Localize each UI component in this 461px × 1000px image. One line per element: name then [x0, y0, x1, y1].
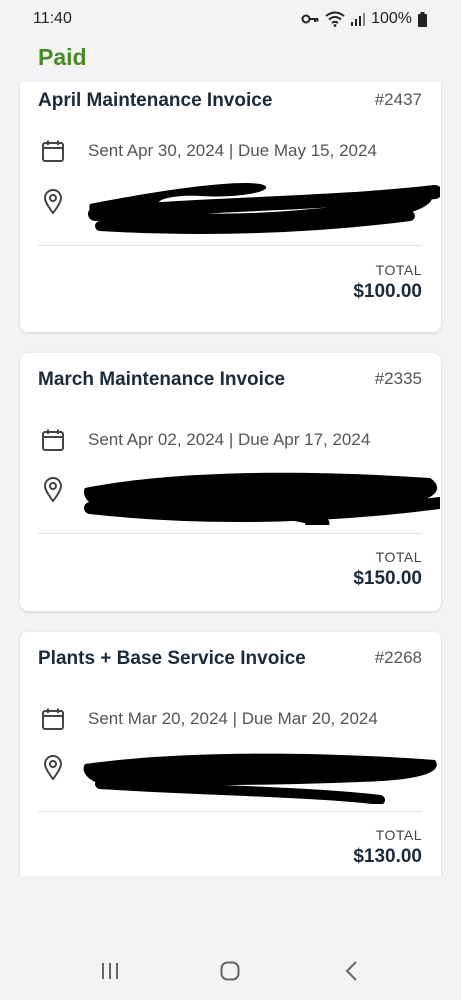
- invoice-dates: Sent Apr 30, 2024 | Due May 15, 2024: [88, 141, 377, 160]
- recent-apps-icon: [102, 963, 119, 979]
- invoice-list[interactable]: April Maintenance Invoice #2437 Sent Apr…: [0, 82, 461, 876]
- location-pin-icon: [40, 189, 66, 215]
- calendar-icon: [40, 706, 66, 732]
- recent-apps-button[interactable]: [90, 951, 130, 991]
- address-row: [40, 477, 66, 503]
- invoice-number: #2437: [374, 90, 422, 109]
- calendar-icon: [40, 427, 66, 453]
- battery-percent: 100%: [371, 10, 412, 27]
- dates-row: Sent Mar 20, 2024 | Due Mar 20, 2024: [40, 706, 378, 732]
- invoice-dates: Sent Apr 02, 2024 | Due Apr 17, 2024: [88, 430, 371, 449]
- total-amount: $130.00: [353, 846, 422, 867]
- section-title: Paid: [38, 44, 87, 70]
- dates-row: Sent Apr 30, 2024 | Due May 15, 2024: [40, 138, 377, 164]
- signal-icon: [351, 13, 366, 26]
- location-pin-icon: [40, 755, 66, 781]
- bottom-spacer: [0, 876, 461, 942]
- invoice-card[interactable]: Plants + Base Service Invoice #2268 Sent…: [20, 632, 441, 876]
- divider: [38, 245, 422, 246]
- invoice-title: April Maintenance Invoice: [38, 90, 273, 111]
- redacted-address: [88, 183, 440, 234]
- divider: [38, 811, 422, 812]
- address-row: [40, 755, 66, 781]
- home-button[interactable]: [210, 951, 250, 991]
- back-icon: [345, 961, 357, 981]
- calendar-icon: [40, 138, 66, 164]
- invoice-number: #2268: [374, 648, 422, 667]
- invoice-title: March Maintenance Invoice: [38, 369, 286, 390]
- address-row: [40, 189, 66, 215]
- redacted-address: [83, 472, 440, 525]
- total-label: TOTAL: [375, 549, 422, 565]
- total-amount: $150.00: [353, 568, 422, 589]
- system-nav-bar: [0, 942, 461, 1000]
- invoice-title: Plants + Base Service Invoice: [38, 648, 306, 669]
- status-icons: 100%: [301, 10, 427, 28]
- total-label: TOTAL: [375, 262, 422, 278]
- total-amount: $100.00: [353, 281, 422, 302]
- invoice-card[interactable]: March Maintenance Invoice #2335 Sent Apr…: [20, 353, 441, 611]
- invoice-card[interactable]: April Maintenance Invoice #2437 Sent Apr…: [20, 82, 441, 332]
- home-icon: [220, 961, 240, 981]
- redacted-address: [83, 753, 437, 804]
- battery-icon: [418, 11, 427, 27]
- status-time: 11:40: [33, 10, 72, 27]
- total-label: TOTAL: [375, 827, 422, 843]
- invoice-number: #2335: [374, 369, 422, 388]
- header: Paid: [0, 38, 461, 82]
- back-button[interactable]: [331, 951, 371, 991]
- location-pin-icon: [40, 477, 66, 503]
- wifi-icon: [325, 11, 345, 27]
- vpn-key-icon: [301, 14, 319, 24]
- divider: [38, 533, 422, 534]
- status-bar: 11:40 100%: [0, 0, 461, 38]
- invoice-dates: Sent Mar 20, 2024 | Due Mar 20, 2024: [88, 709, 378, 728]
- dates-row: Sent Apr 02, 2024 | Due Apr 17, 2024: [40, 427, 370, 453]
